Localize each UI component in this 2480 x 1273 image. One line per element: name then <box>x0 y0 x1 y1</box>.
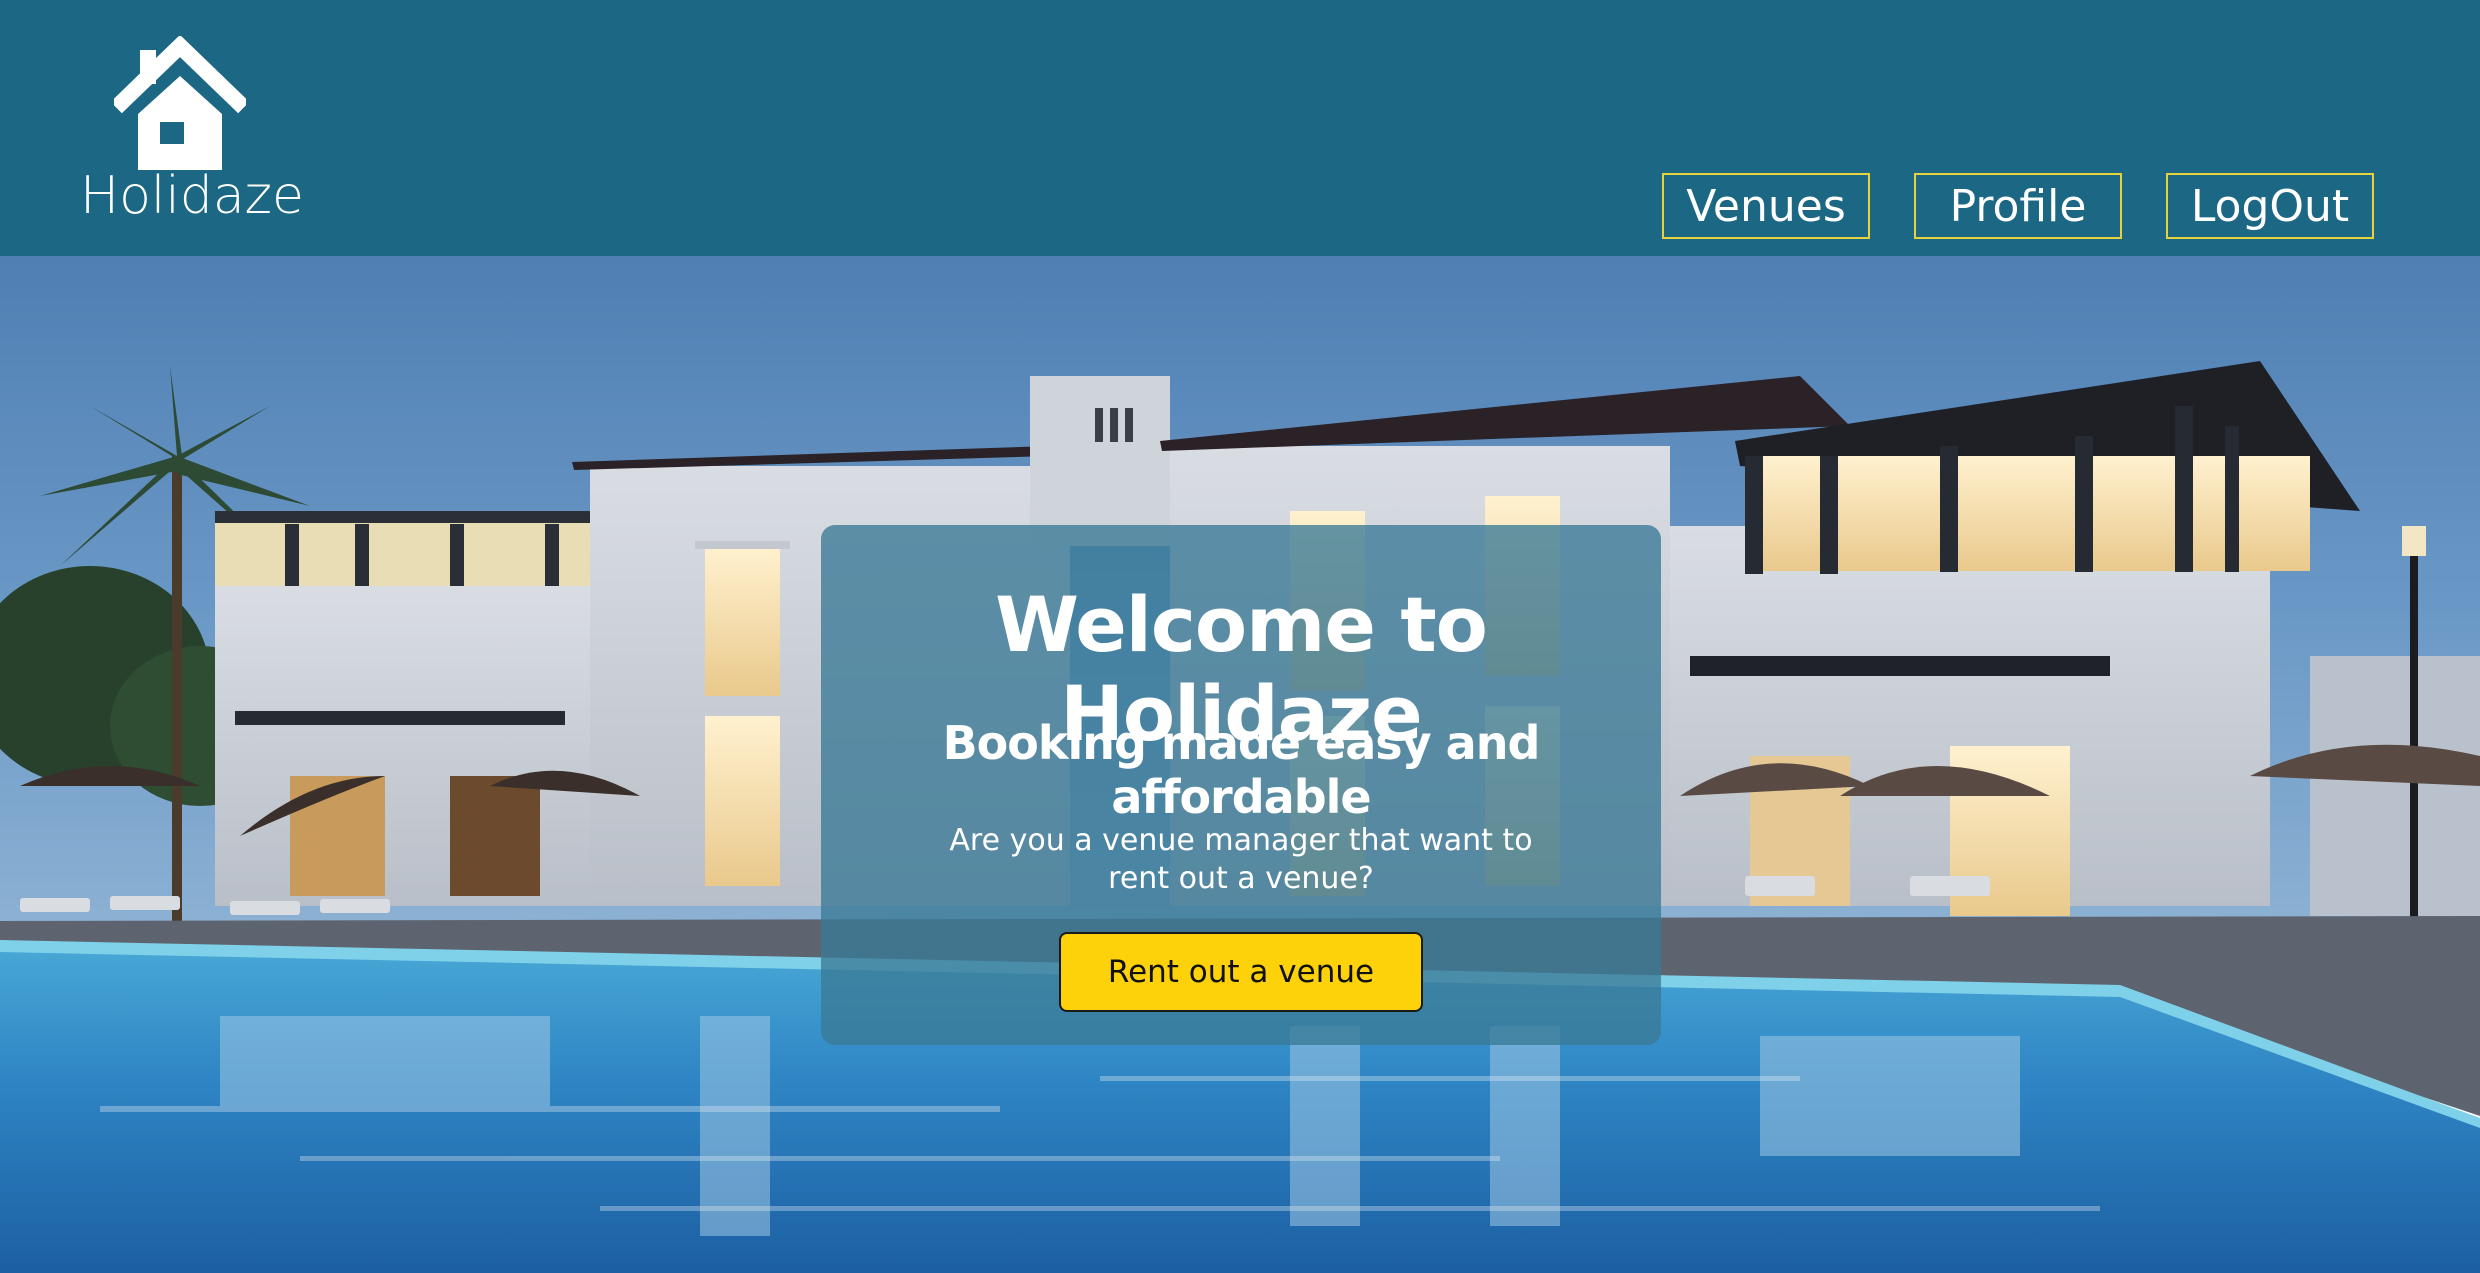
site-header: Holidaze Venues Profile LogOut <box>0 0 2480 256</box>
nav-logout-button[interactable]: LogOut <box>2166 173 2374 239</box>
rent-out-venue-button[interactable]: Rent out a venue <box>1059 932 1423 1012</box>
brand-name: Holidaze <box>80 166 304 226</box>
venue-manager-question: Are you a venue manager that want to ren… <box>949 823 1533 896</box>
nav-profile-button[interactable]: Profile <box>1914 173 2122 239</box>
hero-subtitle: Booking made easy and affordable <box>942 716 1541 824</box>
brand-logo[interactable]: Holidaze <box>76 36 304 236</box>
nav-venues-button[interactable]: Venues <box>1662 173 1870 239</box>
page: Holidaze Venues Profile LogOut Welcome t… <box>0 0 2480 1273</box>
house-icon <box>114 36 246 170</box>
